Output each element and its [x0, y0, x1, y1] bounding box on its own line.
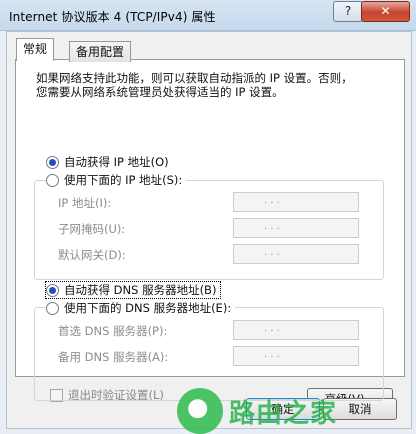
description-text: 如果网络支持此功能，则可以获取自动指派的 IP 设置。否则， 您需要从网络系统管…: [36, 71, 386, 99]
help-button[interactable]: ?: [333, 1, 363, 22]
auto-ip-label: 自动获得 IP 地址(O): [64, 155, 169, 169]
manual-ip-label: 使用下面的 IP 地址(S):: [64, 173, 183, 187]
title-bar: Internet 协议版本 4 (TCP/IPv4) 属性 ? ✕: [0, 0, 416, 31]
tab-general[interactable]: 常规: [16, 38, 55, 61]
default-gateway-dots: . . .: [264, 247, 280, 258]
radio-unselected-icon: [46, 301, 59, 315]
general-tab-panel: 如果网络支持此功能，则可以获取自动指派的 IP 设置。否则， 您需要从网络系统管…: [15, 59, 405, 401]
manual-dns-label: 使用下面的 DNS 服务器地址(E):: [64, 301, 232, 315]
preferred-dns-label: 首选 DNS 服务器(P):: [58, 324, 168, 338]
manual-dns-radio[interactable]: 使用下面的 DNS 服务器地址(E):: [46, 300, 236, 316]
subnet-mask-dots: . . .: [264, 221, 280, 232]
auto-dns-radio[interactable]: 自动获得 DNS 服务器地址(B): [44, 281, 222, 299]
dialog-body: 常规 备用配置 如果网络支持此功能，则可以获取自动指派的 IP 设置。否则， 您…: [6, 31, 412, 434]
alternate-dns-label: 备用 DNS 服务器(A):: [58, 350, 169, 364]
description-line-2: 您需要从网络系统管理员处获得适当的 IP 设置。: [36, 85, 284, 99]
tab-alternate-configuration[interactable]: 备用配置: [69, 41, 132, 62]
default-gateway-label: 默认网关(D):: [58, 248, 126, 262]
preferred-dns-dots: . . .: [264, 323, 280, 334]
description-line-1: 如果网络支持此功能，则可以获取自动指派的 IP 设置。否则，: [36, 71, 353, 85]
cancel-button[interactable]: 取消: [323, 398, 397, 420]
preferred-dns-input[interactable]: . . .: [233, 320, 359, 340]
radio-selected-icon: [46, 155, 59, 169]
subnet-mask-label: 子网掩码(U):: [58, 222, 126, 236]
ok-button[interactable]: 确定: [246, 398, 320, 420]
ip-address-label: IP 地址(I):: [58, 196, 112, 210]
default-gateway-input[interactable]: . . .: [233, 244, 359, 264]
radio-selected-icon: [46, 283, 59, 297]
close-button[interactable]: ✕: [361, 1, 410, 22]
subnet-mask-input[interactable]: . . .: [233, 218, 359, 238]
window-title: Internet 协议版本 4 (TCP/IPv4) 属性: [9, 10, 216, 24]
radio-unselected-icon: [46, 173, 59, 187]
ip-address-input[interactable]: . . .: [233, 192, 359, 212]
alternate-dns-dots: . . .: [264, 349, 280, 360]
manual-ip-radio[interactable]: 使用下面的 IP 地址(S):: [46, 172, 187, 188]
ip-address-dots: . . .: [264, 195, 280, 206]
auto-dns-label: 自动获得 DNS 服务器地址(B): [64, 283, 217, 297]
auto-ip-radio[interactable]: 自动获得 IP 地址(O): [46, 154, 173, 170]
alternate-dns-input[interactable]: . . .: [233, 346, 359, 366]
